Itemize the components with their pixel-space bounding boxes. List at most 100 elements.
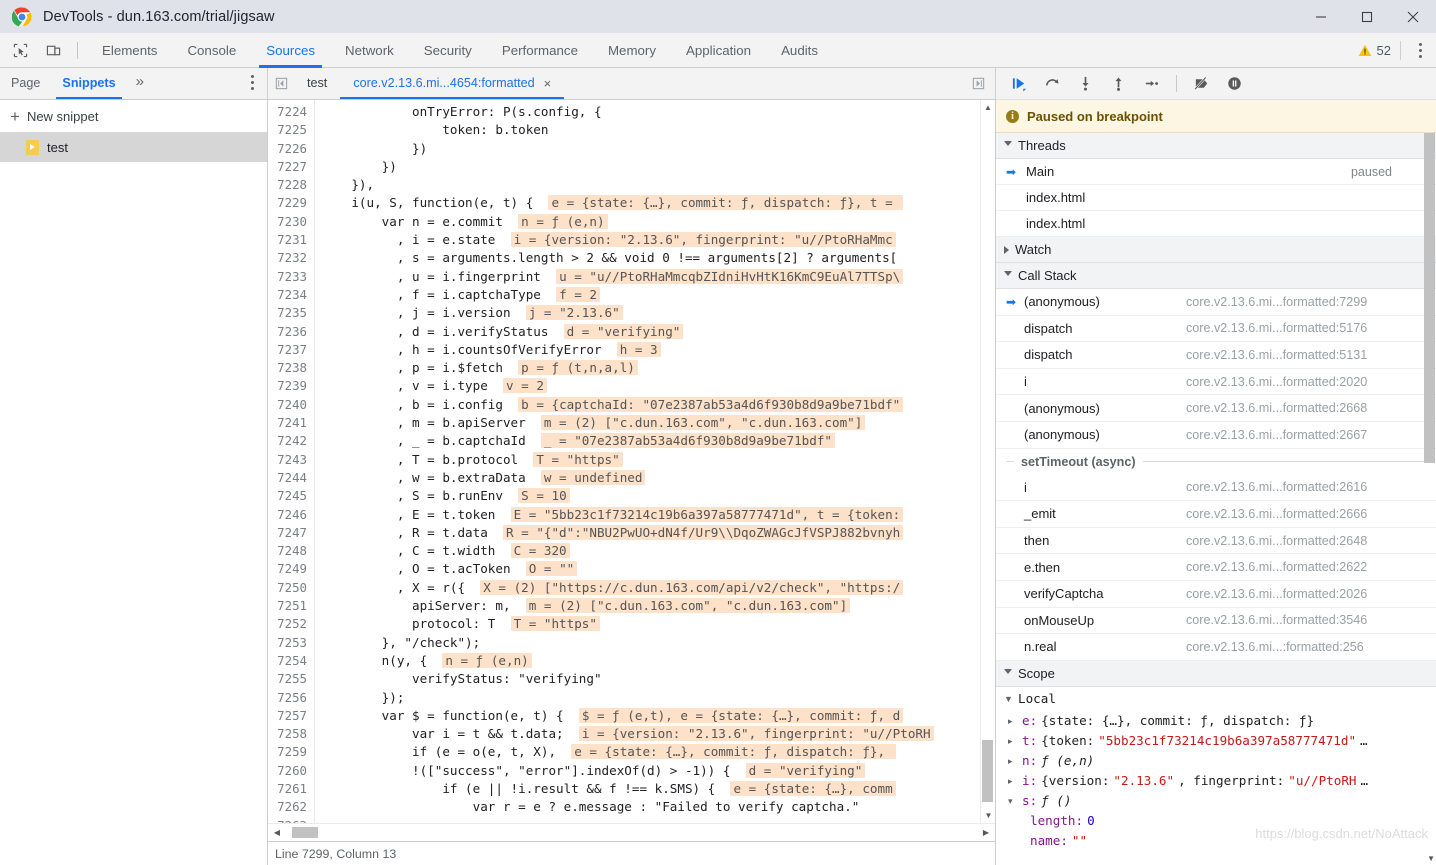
tab-security[interactable]: Security [409, 33, 487, 68]
step-into-icon[interactable] [1070, 70, 1101, 98]
call-stack-frame[interactable]: i core.v2.13.6.mi...formatted:2020 [996, 369, 1436, 396]
line-number[interactable]: 7225 [268, 121, 314, 139]
step-over-icon[interactable] [1037, 70, 1068, 98]
line-number[interactable]: 7226 [268, 140, 314, 158]
debugger-scroll-down-icon[interactable]: ▼ [1427, 854, 1435, 863]
call-stack-frame[interactable]: e.then core.v2.13.6.mi...formatted:2622 [996, 554, 1436, 581]
call-stack-frame[interactable]: (anonymous) core.v2.13.6.mi...formatted:2… [996, 422, 1436, 449]
scope-variable-row[interactable]: ▸ t: {token: "5bb23c1f73214c19b6a397a5877… [996, 731, 1436, 751]
line-number[interactable]: 7257 [268, 707, 314, 725]
line-number[interactable]: 7260 [268, 762, 314, 780]
line-number[interactable]: 7234 [268, 286, 314, 304]
scope-variable-row[interactable]: ▸ n: ƒ (e,n) [996, 751, 1436, 771]
code-line[interactable]: , C = t.width C = 320 [315, 542, 995, 560]
call-stack-frame[interactable]: verifyCaptcha core.v2.13.6.mi...formatted… [996, 581, 1436, 608]
line-number[interactable]: 7235 [268, 304, 314, 322]
snippet-item-test[interactable]: test [0, 132, 267, 162]
code-line[interactable]: , i = e.state i = {version: "2.13.6", fi… [315, 231, 995, 249]
line-number[interactable]: 7246 [268, 506, 314, 524]
navigator-kebab-menu-icon[interactable] [243, 75, 261, 90]
call-stack-frame[interactable]: _emit core.v2.13.6.mi...formatted:2666 [996, 501, 1436, 528]
code-line[interactable]: , _ = b.captchaId _ = "07e2387ab53a4d6f9… [315, 432, 995, 450]
line-number[interactable]: 7236 [268, 323, 314, 341]
code-line[interactable]: if (e = o(e, t, X), e = {state: {…}, com… [315, 743, 995, 761]
chevron-right-icon[interactable]: ▸ [1008, 731, 1018, 751]
line-number[interactable]: 7248 [268, 542, 314, 560]
code-line[interactable]: , T = b.protocol T = "https" [315, 451, 995, 469]
editor-horizontal-scrollbar[interactable]: ◀ ▶ [268, 823, 995, 841]
horizontal-scroll-thumb[interactable] [292, 827, 318, 838]
nav-tab-snippets[interactable]: Snippets [51, 67, 126, 99]
scroll-left-icon[interactable]: ◀ [270, 828, 284, 837]
chevron-right-icon[interactable]: ▸ [1008, 751, 1018, 771]
section-threads[interactable]: Threads [996, 133, 1436, 159]
line-number[interactable]: 7244 [268, 469, 314, 487]
call-stack-frame[interactable]: dispatch core.v2.13.6.mi...formatted:5131 [996, 342, 1436, 369]
line-number[interactable]: 7247 [268, 524, 314, 542]
kebab-menu-icon[interactable] [1410, 43, 1430, 58]
tab-application[interactable]: Application [671, 33, 766, 68]
code-line[interactable]: }); [315, 689, 995, 707]
tab-elements[interactable]: Elements [87, 33, 172, 68]
code-line[interactable]: , O = t.acToken O = "" [315, 560, 995, 578]
line-number[interactable]: 7233 [268, 268, 314, 286]
code-line[interactable]: , p = i.$fetch p = ƒ (t,n,a,l) [315, 359, 995, 377]
maximize-icon[interactable] [1344, 0, 1390, 33]
code-line[interactable]: i(u, S, function(e, t) { e = {state: {…}… [315, 194, 995, 212]
code-line[interactable]: }, "/check"); [315, 634, 995, 652]
line-number[interactable]: 7224 [268, 103, 314, 121]
editor-tab-test[interactable]: test [294, 67, 340, 99]
code-line[interactable]: var i = t && t.data; i = {version: "2.13… [315, 725, 995, 743]
code-line[interactable]: , E = t.token E = "5bb23c1f73214c19b6a39… [315, 506, 995, 524]
line-number[interactable]: 7227 [268, 158, 314, 176]
call-stack-frame[interactable]: then core.v2.13.6.mi...formatted:2648 [996, 528, 1436, 555]
code-line[interactable]: var $ = function(e, t) { $ = ƒ (e,t), e … [315, 707, 995, 725]
scope-variable-row[interactable]: ▸ i: {version: "2.13.6", fingerprint: "u/… [996, 771, 1436, 791]
line-number[interactable]: 7229 [268, 194, 314, 212]
nav-tab-page[interactable]: Page [0, 67, 51, 99]
thread-row-main[interactable]: ➡ Main paused [996, 159, 1436, 185]
code-line[interactable]: , j = i.version j = "2.13.6" [315, 304, 995, 322]
call-stack-frame[interactable]: ➡ (anonymous) core.v2.13.6.mi...formatted:… [996, 289, 1436, 316]
code-line[interactable]: verifyStatus: "verifying" [315, 670, 995, 688]
code-line[interactable]: , s = arguments.length > 2 && void 0 !==… [315, 249, 995, 267]
line-number[interactable]: 7256 [268, 689, 314, 707]
line-number[interactable]: 7230 [268, 213, 314, 231]
code-editor[interactable]: 7224 7225 7226 7227 7228 7229 7230 7231 7232 7233… [268, 100, 995, 823]
deactivate-breakpoints-icon[interactable] [1186, 70, 1217, 98]
tab-network[interactable]: Network [330, 33, 409, 68]
call-stack-frame[interactable]: (anonymous) core.v2.13.6.mi...formatted:2… [996, 395, 1436, 422]
step-out-icon[interactable] [1103, 70, 1134, 98]
call-stack-frame[interactable]: n.real core.v2.13.6.mi...:formatted:256 [996, 634, 1436, 661]
line-number[interactable]: 7249 [268, 560, 314, 578]
thread-row-index-1[interactable]: index.html [996, 185, 1436, 211]
code-line[interactable]: }) [315, 158, 995, 176]
device-toolbar-icon[interactable] [40, 37, 66, 63]
inspect-element-icon[interactable] [7, 37, 33, 63]
more-tabs-icon[interactable]: » [127, 67, 153, 99]
code-line[interactable]: var n = e.commit n = ƒ (e,n) [315, 213, 995, 231]
editor-tab-core-formatted[interactable]: core.v2.13.6.mi...4654:formatted × [340, 67, 565, 99]
scope-variable-row[interactable]: ▾ s: ƒ () [996, 791, 1436, 811]
call-stack-frame[interactable]: i core.v2.13.6.mi...formatted:2616 [996, 475, 1436, 502]
tab-console[interactable]: Console [172, 33, 251, 68]
line-number[interactable]: 7237 [268, 341, 314, 359]
line-number[interactable]: 7253 [268, 634, 314, 652]
line-number[interactable]: 7240 [268, 396, 314, 414]
code-line[interactable]: !(["success", "error"].indexOf(d) > -1))… [315, 762, 995, 780]
debugger-vertical-scrollbar[interactable] [1422, 133, 1436, 865]
tab-sources[interactable]: Sources [251, 33, 330, 68]
line-number[interactable]: 7259 [268, 743, 314, 761]
section-scope[interactable]: Scope [996, 660, 1436, 687]
minimize-icon[interactable] [1298, 0, 1344, 33]
warning-counter[interactable]: 52 [1358, 43, 1391, 58]
code-line[interactable]: }) [315, 140, 995, 158]
code-line[interactable]: token: b.token [315, 121, 995, 139]
line-number[interactable]: 7262 [268, 798, 314, 816]
line-number[interactable]: 7243 [268, 451, 314, 469]
code-line[interactable]: onTryError: P(s.config, { [315, 103, 995, 121]
scroll-right-icon[interactable]: ▶ [979, 828, 993, 837]
code-line[interactable]: , m = b.apiServer m = (2) ["c.dun.163.co… [315, 414, 995, 432]
line-number[interactable]: 7231 [268, 231, 314, 249]
scroll-up-icon[interactable]: ▲ [981, 100, 995, 115]
